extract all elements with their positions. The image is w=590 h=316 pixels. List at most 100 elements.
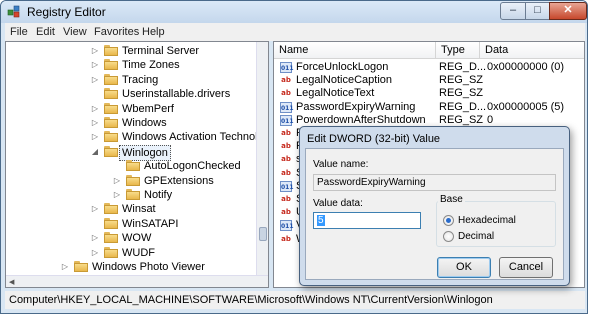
column-header-data[interactable]: Data [480, 42, 584, 59]
tree-item[interactable]: ▷ Windows Photo Viewer [6, 260, 256, 274]
folder-icon [104, 246, 118, 258]
expand-arrow-icon[interactable]: ▷ [90, 246, 100, 260]
expand-arrow-icon[interactable]: ▷ [90, 202, 100, 216]
string-value-icon: ab [281, 76, 291, 85]
tree-item[interactable]: ▷ Notify [6, 188, 256, 202]
string-value-icon: ab [281, 168, 291, 177]
status-bar-path: Computer\HKEY_LOCAL_MACHINE\SOFTWARE\Mic… [5, 291, 585, 309]
value-data: 0x00000000 (0) [487, 61, 565, 73]
value-type: REG_SZ [439, 74, 484, 87]
value-data-text: 5 [317, 215, 325, 226]
folder-icon [126, 160, 140, 172]
folder-icon [126, 189, 140, 200]
value-name: LegalNoticeCaption [296, 74, 393, 87]
menu-edit[interactable]: Edit [36, 26, 55, 38]
tree-item-label: Tracing [122, 73, 159, 86]
decimal-radio[interactable] [443, 231, 454, 242]
maximize-button[interactable]: □ [525, 2, 550, 20]
tree-item-label: AutoLogonChecked [144, 160, 241, 173]
tree-item-label: GPExtensions [144, 174, 214, 187]
menu-help[interactable]: Help [142, 26, 165, 38]
value-data-label: Value data: [313, 198, 363, 209]
tree-horizontal-scrollbar[interactable]: ◀ [6, 275, 268, 287]
close-button[interactable]: ✕ [549, 2, 587, 20]
tree-scroll-thumb[interactable] [259, 227, 267, 241]
value-name: PasswordExpiryWarning [296, 100, 416, 113]
dialog-title: Edit DWORD (32-bit) Value [307, 133, 441, 145]
menu-favorites[interactable]: Favorites [94, 26, 139, 38]
registry-tree[interactable]: ▷ Terminal Server ▷ Time Zones ▷ Tracing Useri… [5, 41, 269, 288]
hexadecimal-label[interactable]: Hexadecimal [458, 215, 516, 226]
expand-arrow-icon[interactable]: ▷ [90, 73, 100, 87]
tree-item[interactable]: ▷ WOW [6, 231, 256, 245]
tree-item[interactable]: ▷ WUDF [6, 246, 256, 260]
tree-item[interactable]: AutoLogonChecked [6, 159, 256, 173]
folder-icon [104, 73, 118, 85]
dialog-body: Value name: PasswordExpiryWarning Value … [305, 148, 564, 280]
value-row[interactable]: 011 ForceUnlockLogon REG_D... 0x00000000 (0… [274, 61, 574, 74]
tree-item-label: WinSATAPI [122, 217, 179, 230]
tree-item[interactable]: ▷ GPExtensions [6, 174, 256, 188]
expand-arrow-icon[interactable]: ▷ [112, 188, 122, 202]
value-name-field: PasswordExpiryWarning [313, 174, 556, 191]
dword-value-icon: 011 [280, 220, 294, 232]
menu-view[interactable]: View [63, 26, 87, 38]
cancel-button[interactable]: Cancel [499, 257, 553, 278]
tree-vertical-scrollbar[interactable] [256, 42, 268, 275]
folder-icon [104, 131, 118, 143]
string-value-icon: ab [281, 155, 291, 164]
expand-arrow-icon[interactable]: ▷ [90, 102, 100, 116]
value-name: ForceUnlockLogon [296, 61, 389, 73]
value-row[interactable]: 011 PowerdownAfterShutdown REG_SZ 0 [274, 114, 574, 127]
scroll-left-icon[interactable]: ◀ [9, 278, 14, 286]
expand-arrow-icon[interactable]: ▷ [90, 44, 100, 58]
dword-value-icon: 011 [280, 180, 294, 192]
string-value-icon: ab [281, 142, 291, 151]
tree-item-label: WbemPerf [122, 102, 174, 115]
folder-icon [104, 145, 118, 157]
dword-value-icon: 011 [280, 62, 294, 73]
column-header-name[interactable]: Name [274, 42, 436, 59]
value-row[interactable]: ab LegalNoticeCaption REG_SZ [274, 74, 574, 87]
tree-item[interactable]: WinSATAPI [6, 217, 256, 231]
folder-icon [74, 261, 88, 272]
expand-arrow-icon[interactable]: ▷ [90, 231, 100, 245]
expand-arrow-icon[interactable]: ▷ [90, 116, 100, 130]
dword-value-icon: 011 [280, 114, 294, 126]
tree-item[interactable]: ▷ Windows [6, 116, 256, 130]
tree-item[interactable]: ◢ Winlogon [6, 144, 256, 161]
title-bar[interactable]: Registry Editor – □ ✕ [1, 1, 587, 23]
value-row[interactable]: ab LegalNoticeText REG_SZ [274, 87, 574, 100]
value-name: LegalNoticeText [296, 87, 375, 100]
collapse-arrow-icon[interactable]: ◢ [90, 145, 100, 159]
tree-item[interactable]: ▷ Windows Activation Technolo [6, 130, 264, 144]
tree-item-label: WOW [122, 232, 152, 245]
dword-value-icon: 011 [280, 101, 294, 113]
minimize-button[interactable]: – [500, 2, 526, 20]
tree-item[interactable]: ▷ Terminal Server [6, 44, 256, 58]
tree-item[interactable]: ▷ Time Zones [6, 58, 256, 72]
tree-item[interactable]: ▷ Winsat [6, 202, 256, 216]
base-label: Base [438, 194, 465, 205]
tree-item[interactable]: ▷ Tracing [6, 73, 256, 87]
column-header-type[interactable]: Type [436, 42, 480, 59]
tree-item-label: Windows Photo Viewer [92, 261, 205, 273]
menu-file[interactable]: File [10, 26, 28, 38]
tree-item-label: WUDF [122, 246, 155, 259]
tree-item-label: Notify [144, 189, 173, 201]
registry-editor-icon [7, 5, 20, 18]
string-value-icon: ab [281, 208, 291, 217]
tree-item-label: Time Zones [122, 59, 180, 72]
expand-arrow-icon[interactable]: ▷ [60, 260, 70, 274]
tree-item-label: Windows [122, 117, 167, 129]
hexadecimal-radio[interactable] [443, 215, 454, 226]
value-row[interactable]: 011 PasswordExpiryWarning REG_D... 0x000000… [274, 101, 574, 114]
tree-item[interactable]: ▷ WbemPerf [6, 102, 256, 116]
expand-arrow-icon[interactable]: ▷ [90, 130, 100, 144]
expand-arrow-icon[interactable]: ▷ [90, 58, 100, 72]
value-data-input[interactable]: 5 [313, 212, 421, 229]
ok-button[interactable]: OK [437, 257, 491, 278]
decimal-label[interactable]: Decimal [458, 231, 494, 242]
tree-item[interactable]: Userinstallable.drivers [6, 87, 256, 101]
expand-arrow-icon[interactable]: ▷ [112, 174, 122, 188]
